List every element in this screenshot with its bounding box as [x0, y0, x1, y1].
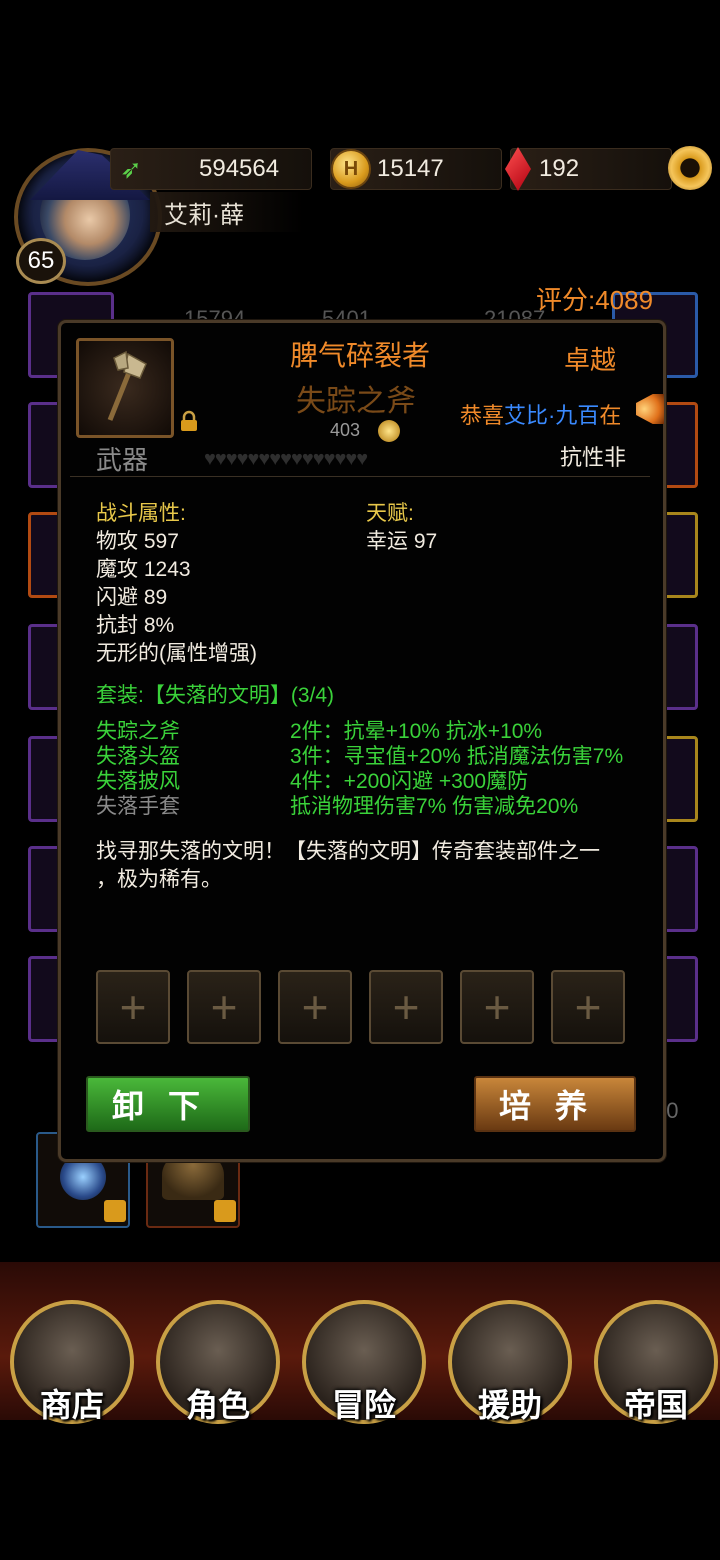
talent-luck: 幸运 97: [366, 530, 438, 553]
item-base-name: 失踪之斧: [296, 385, 416, 418]
item-quality: 卓越: [564, 345, 617, 375]
socket-slot-4[interactable]: +: [369, 970, 443, 1044]
axe-icon: [107, 350, 147, 421]
nav-character-label: 角色: [185, 1386, 250, 1424]
player-name: 艾莉·薛: [150, 192, 304, 232]
talent-header: 天赋:: [366, 502, 414, 525]
nav-adventure-label: 冒险: [331, 1386, 396, 1424]
gold-coin-icon: H: [331, 149, 371, 189]
set-piece-cape: 失落披风: [96, 770, 180, 793]
resist-label: 抗性非: [560, 445, 627, 470]
durability-hearts: ♥♥♥♥♥♥♥♥♥♥♥♥♥♥♥: [204, 448, 368, 470]
set-bonus-3: 3件：寻宝值+20% 抵消魔法伤害7%: [290, 745, 624, 768]
gold-display[interactable]: H 15147: [330, 148, 502, 190]
set-piece-helmet: 失落头盔: [96, 745, 180, 768]
nav-adventure[interactable]: 冒险: [302, 1300, 426, 1424]
gold-value: 15147: [377, 155, 444, 182]
nav-empire-label: 帝国: [623, 1386, 688, 1424]
set-piece-gloves: 失落手套: [96, 795, 180, 818]
power-arrows-icon: ➶: [120, 154, 142, 184]
set-bonus-2: 2件：抗晕+10% 抗冰+10%: [290, 720, 543, 743]
power-display: ➶ 594564: [110, 148, 312, 190]
socket-slot-2[interactable]: +: [187, 970, 261, 1044]
broadcast-message: 恭喜艾比·九百在: [460, 398, 621, 430]
nav-shop-label: 商店: [39, 1386, 104, 1424]
nav-support[interactable]: 援助: [448, 1300, 572, 1424]
item-price: 403: [330, 420, 361, 440]
item-type: 武器: [96, 445, 149, 475]
broadcast-prefix: 恭喜: [460, 403, 505, 428]
socket-slot-3[interactable]: +: [278, 970, 352, 1044]
nav-support-label: 援助: [477, 1386, 542, 1424]
gem-value: 192: [539, 155, 580, 182]
broadcast-player: 艾比·九百: [504, 403, 600, 428]
lock-icon: [104, 1200, 126, 1222]
red-gem-icon: [505, 147, 531, 191]
stat-enhancement: 无形的(属性增强): [96, 642, 257, 665]
score-label: 评分:4089: [536, 285, 654, 315]
divider: [70, 476, 650, 477]
lock-icon[interactable]: [178, 410, 200, 432]
level-badge: 65: [16, 238, 66, 284]
lock-icon: [214, 1200, 236, 1222]
set-header: 套装:【失落的文明】(3/4): [96, 684, 335, 707]
set-bonus-4: 4件：+200闪避 +300魔防: [290, 770, 529, 793]
socket-slot-1[interactable]: +: [96, 970, 170, 1044]
item-name: 脾气碎裂者: [290, 340, 431, 371]
unequip-button[interactable]: 卸下: [86, 1076, 250, 1132]
coin-icon: [378, 420, 400, 442]
socket-slot-6[interactable]: +: [551, 970, 625, 1044]
socket-slot-5[interactable]: +: [460, 970, 534, 1044]
gem-display[interactable]: 192: [505, 147, 672, 191]
set-bonus-4-extra: 抵消物理伤害7% 伤害减免20%: [290, 795, 579, 818]
stat-physical-attack: 物攻 597: [96, 530, 179, 553]
nav-empire[interactable]: 帝国: [594, 1300, 718, 1424]
item-description-line2: ，极为稀有。: [96, 868, 222, 891]
stat-magic-attack: 魔攻 1243: [96, 558, 191, 581]
item-description-line1: 找寻那失落的文明！【失落的文明】传奇套装部件之一: [96, 840, 600, 863]
settings-gear-icon[interactable]: [668, 146, 712, 190]
stat-dodge: 闪避 89: [96, 586, 168, 609]
combat-attributes-header: 战斗属性:: [96, 502, 186, 525]
power-value: 594564: [199, 155, 280, 182]
set-piece-axe: 失踪之斧: [96, 720, 180, 743]
cultivate-button[interactable]: 培养: [474, 1076, 636, 1132]
stat-seal-resist: 抗封 8%: [96, 614, 175, 637]
broadcast-suffix: 在: [599, 403, 622, 428]
nav-shop[interactable]: 商店: [10, 1300, 134, 1424]
nav-character[interactable]: 角色: [156, 1300, 280, 1424]
